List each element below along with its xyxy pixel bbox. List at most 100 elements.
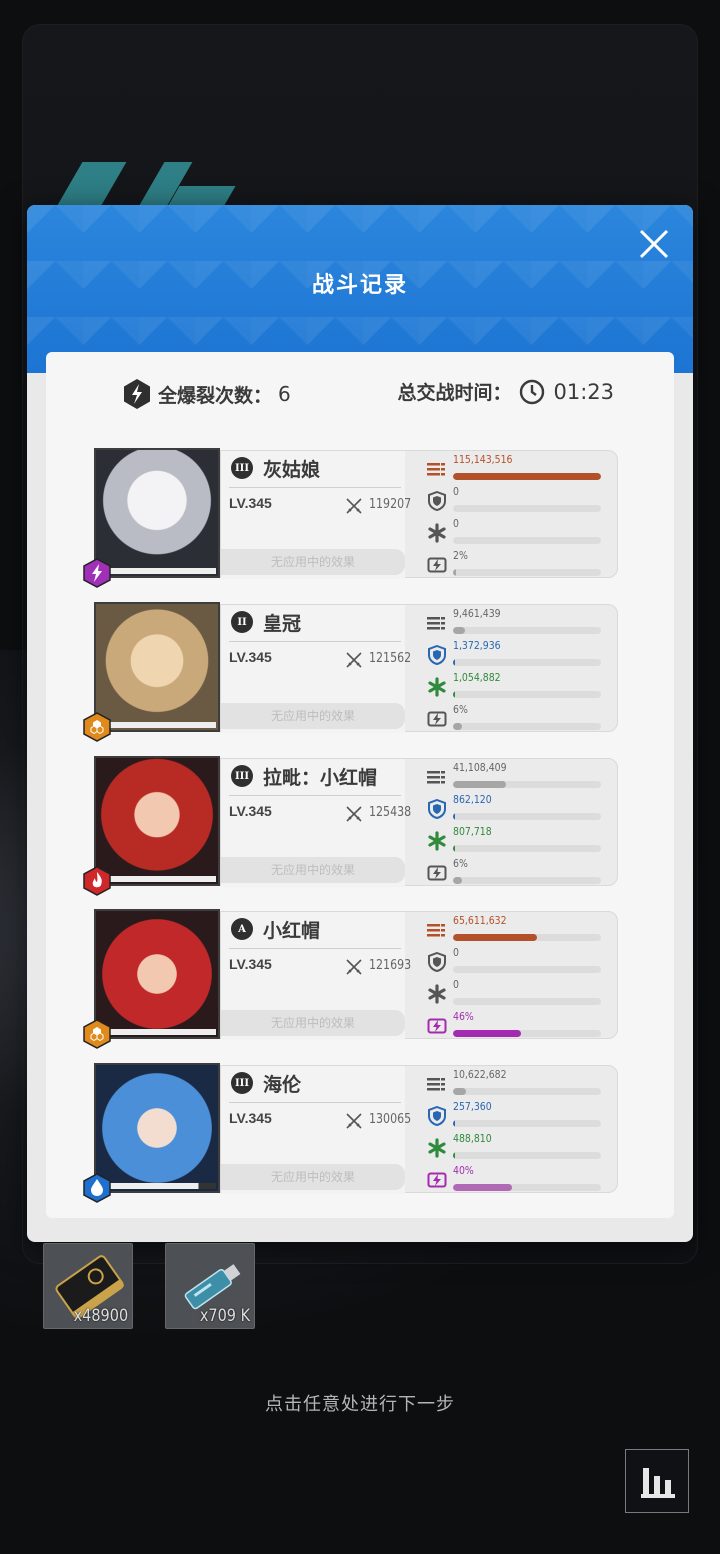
shield-value: 0 <box>453 485 459 498</box>
battle-time-label: 总交战时间： <box>397 382 512 404</box>
burst-metric: 6% <box>427 857 613 885</box>
character-name: 海伦 <box>263 1074 302 1096</box>
hp-bar <box>98 1183 216 1189</box>
character-row: III 灰姑娘 LV.345 119207 无应用中的效果 115,143,51… <box>83 448 618 588</box>
damage-value: 9,461,439 <box>453 607 501 620</box>
damage-bar <box>453 473 601 480</box>
burst-type-badge: III <box>231 457 253 479</box>
statistics-button[interactable] <box>625 1449 689 1513</box>
reward-quantity: x48900 <box>73 1306 128 1326</box>
burst-metric: 2% <box>427 549 613 577</box>
damage-value: 115,143,516 <box>453 453 513 466</box>
damage-icon <box>427 920 447 940</box>
character-level: LV.345 <box>229 649 272 665</box>
battle-time-value: 01:23 <box>553 379 614 404</box>
shield-metric: 0 <box>427 946 613 974</box>
heal-value: 0 <box>453 517 459 530</box>
water-element-icon <box>82 1173 112 1203</box>
electric-element-icon <box>82 558 112 588</box>
divider <box>229 641 401 642</box>
shield-icon <box>427 644 447 666</box>
character-row: II 皇冠 LV.345 121562 无应用中的效果 9,461,439 1,… <box>83 602 618 742</box>
combat-power: 121562 <box>369 651 412 666</box>
character-portrait[interactable] <box>94 448 220 578</box>
damage-metric: 10,622,682 <box>427 1068 613 1096</box>
shield-value: 1,372,936 <box>453 639 501 652</box>
bar-chart-icon <box>641 1468 675 1498</box>
burst-bar <box>453 1030 601 1037</box>
reward-quantity: x709 K <box>199 1306 250 1326</box>
character-info: III 灰姑娘 LV.345 119207 无应用中的效果 115,143,51… <box>220 450 618 579</box>
crossed-swords-icon <box>346 806 362 822</box>
combat-power: 125438 <box>369 805 412 820</box>
damage-metric: 65,611,632 <box>427 914 613 942</box>
character-level: LV.345 <box>229 495 272 511</box>
continue-hint[interactable]: 点击任意处进行下一步 <box>0 1390 720 1416</box>
shield-value: 257,360 <box>453 1100 492 1113</box>
battle-record-card: 全爆裂次数： 6 总交战时间： 01:23 III 灰姑娘 LV.345 119… <box>46 352 674 1218</box>
character-row: A 小红帽 LV.345 121693 无应用中的效果 65,611,632 0… <box>83 909 618 1049</box>
character-portrait[interactable] <box>94 1063 220 1193</box>
hp-bar <box>98 1029 216 1035</box>
character-info: II 皇冠 LV.345 121562 无应用中的效果 9,461,439 1,… <box>220 604 618 733</box>
damage-icon <box>427 767 447 787</box>
full-burst-stat: 全爆裂次数： 6 <box>122 378 291 410</box>
damage-icon <box>427 459 447 479</box>
damage-icon <box>427 613 447 633</box>
combat-power: 121693 <box>369 958 412 973</box>
heal-icon <box>427 1138 447 1158</box>
heal-bar <box>453 998 601 1005</box>
character-portrait[interactable] <box>94 909 220 1039</box>
burst-type-badge: III <box>231 765 253 787</box>
burst-metric: 6% <box>427 703 613 731</box>
character-level: LV.345 <box>229 956 272 972</box>
shield-icon <box>427 490 447 512</box>
close-icon[interactable] <box>637 227 671 261</box>
shield-bar <box>453 505 601 512</box>
burst-metric: 40% <box>427 1164 613 1192</box>
heal-metric: 488,810 <box>427 1132 613 1160</box>
heal-icon <box>427 523 447 543</box>
crossed-swords-icon <box>346 959 362 975</box>
character-portrait[interactable] <box>94 602 220 732</box>
burst-type-badge: A <box>231 918 253 940</box>
damage-metric: 9,461,439 <box>427 607 613 635</box>
character-name: 拉毗：小红帽 <box>263 767 378 789</box>
character-row: III 海伦 LV.345 130065 无应用中的效果 10,622,682 <box>83 1063 618 1203</box>
reward-item[interactable]: x709 K <box>165 1243 255 1329</box>
character-level: LV.345 <box>229 1110 272 1126</box>
burst-icon <box>427 1016 447 1036</box>
shield-bar <box>453 1120 601 1127</box>
shield-bar <box>453 659 601 666</box>
character-name: 皇冠 <box>263 613 302 635</box>
damage-bar <box>453 934 601 941</box>
burst-icon <box>427 863 447 883</box>
damage-metric: 115,143,516 <box>427 453 613 481</box>
full-burst-label: 全爆裂次数： <box>158 384 273 407</box>
iron-element-icon <box>82 1019 112 1049</box>
burst-metric: 46% <box>427 1010 613 1038</box>
burst-icon <box>427 709 447 729</box>
status-effect: 无应用中的效果 <box>221 703 405 729</box>
reward-item[interactable]: x48900 <box>43 1243 133 1329</box>
character-portrait[interactable] <box>94 756 220 886</box>
damage-metric: 41,108,409 <box>427 761 613 789</box>
divider <box>229 795 401 796</box>
heal-bar <box>453 537 601 544</box>
burst-value: 46% <box>453 1010 474 1023</box>
status-effect: 无应用中的效果 <box>221 1010 405 1036</box>
damage-bar <box>453 627 601 634</box>
burst-type-badge: II <box>231 611 253 633</box>
shield-icon <box>427 798 447 820</box>
shield-metric: 1,372,936 <box>427 639 613 667</box>
heal-icon <box>427 984 447 1004</box>
modal-title: 战斗记录 <box>311 273 408 298</box>
damage-value: 65,611,632 <box>453 914 507 927</box>
burst-bar <box>453 723 601 730</box>
shield-value: 862,120 <box>453 793 492 806</box>
heal-bar <box>453 1152 601 1159</box>
fire-element-icon <box>82 866 112 896</box>
damage-icon <box>427 1074 447 1094</box>
heal-bar <box>453 845 601 852</box>
character-info: A 小红帽 LV.345 121693 无应用中的效果 65,611,632 0… <box>220 911 618 1040</box>
